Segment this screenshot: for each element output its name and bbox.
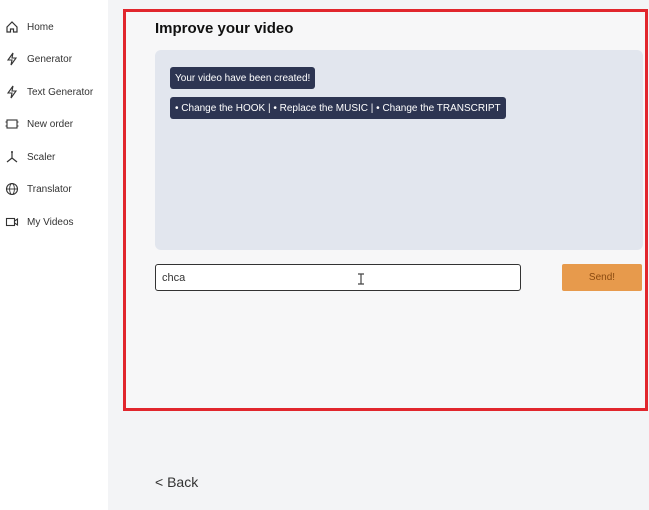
sidebar-item-my-videos[interactable]: My Videos <box>5 212 108 232</box>
sidebar-item-new-order[interactable]: New order <box>5 114 108 134</box>
sidebar-item-label: My Videos <box>27 216 74 228</box>
back-link[interactable]: < Back <box>155 474 198 490</box>
bolt-icon <box>5 85 19 99</box>
video-camera-icon <box>5 215 19 229</box>
bolt-icon <box>5 52 19 66</box>
sidebar-item-scaler[interactable]: Scaler <box>5 147 108 167</box>
home-icon <box>5 20 19 34</box>
sidebar-item-home[interactable]: Home <box>5 17 108 37</box>
message-input[interactable] <box>155 264 521 291</box>
sidebar-item-text-generator[interactable]: Text Generator <box>5 82 108 102</box>
chat-message: Your video have been created! <box>170 67 316 89</box>
sidebar-item-label: Text Generator <box>27 86 94 98</box>
sidebar-item-label: Translator <box>27 183 72 195</box>
send-button[interactable]: Send! <box>562 264 642 291</box>
sidebar-item-label: Home <box>27 21 54 33</box>
text-cursor-icon <box>358 273 364 285</box>
sidebar-item-label: Scaler <box>27 151 56 163</box>
globe-icon <box>5 182 19 196</box>
sidebar-item-generator[interactable]: Generator <box>5 49 108 69</box>
sidebar-item-label: Generator <box>27 53 73 65</box>
chat-suggestions[interactable]: • Change the HOOK | • Replace the MUSIC … <box>170 97 506 119</box>
sidebar-item-label: New order <box>27 118 74 130</box>
sidebar-item-translator[interactable]: Translator <box>5 179 108 199</box>
scale-icon <box>5 150 19 164</box>
page-title: Improve your video <box>155 20 294 37</box>
video-frame-icon <box>5 117 19 131</box>
sidebar: Home Generator Text Generator New order … <box>0 0 108 510</box>
